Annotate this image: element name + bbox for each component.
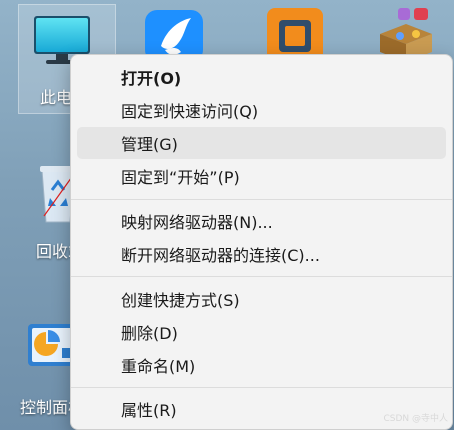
menu-separator: [71, 276, 452, 277]
menu-item-pin-start[interactable]: 固定到“开始”(P): [77, 160, 446, 192]
menu-separator: [71, 387, 452, 388]
menu-item-map-network-drive[interactable]: 映射网络驱动器(N)...: [77, 205, 446, 237]
menu-item-create-shortcut[interactable]: 创建快捷方式(S): [77, 283, 446, 315]
menu-item-label: 固定到“开始”(P): [121, 168, 240, 187]
menu-item-label: 断开网络驱动器的连接(C)...: [121, 246, 320, 265]
menu-item-manage[interactable]: 管理(G): [77, 127, 446, 159]
menu-item-label: 删除(D): [121, 324, 178, 343]
menu-item-label: 重命名(M): [121, 357, 196, 376]
menu-item-disconnect-network-drive[interactable]: 断开网络驱动器的连接(C)...: [77, 238, 446, 270]
watermark: CSDN @寺中人: [383, 414, 448, 424]
menu-item-pin-quick-access[interactable]: 固定到快速访问(Q): [77, 94, 446, 126]
menu-item-label: 映射网络驱动器(N)...: [121, 213, 273, 232]
menu-item-label: 属性(R): [121, 401, 177, 420]
menu-item-open[interactable]: 打开(O): [77, 61, 446, 93]
menu-item-label: 打开(O): [121, 69, 182, 88]
menu-item-label: 固定到快速访问(Q): [121, 102, 259, 121]
menu-separator: [71, 199, 452, 200]
menu-item-label: 创建快捷方式(S): [121, 291, 240, 310]
menu-item-rename[interactable]: 重命名(M): [77, 349, 446, 381]
menu-item-delete[interactable]: 删除(D): [77, 316, 446, 348]
context-menu: 打开(O) 固定到快速访问(Q) 管理(G) 固定到“开始”(P) 映射网络驱动…: [70, 54, 453, 430]
menu-item-label: 管理(G): [121, 135, 178, 154]
desktop: 此电脑 回收站 控制面板 打开(O) 固定到快速访问(Q) 管理(G) 固定到“…: [0, 0, 454, 430]
